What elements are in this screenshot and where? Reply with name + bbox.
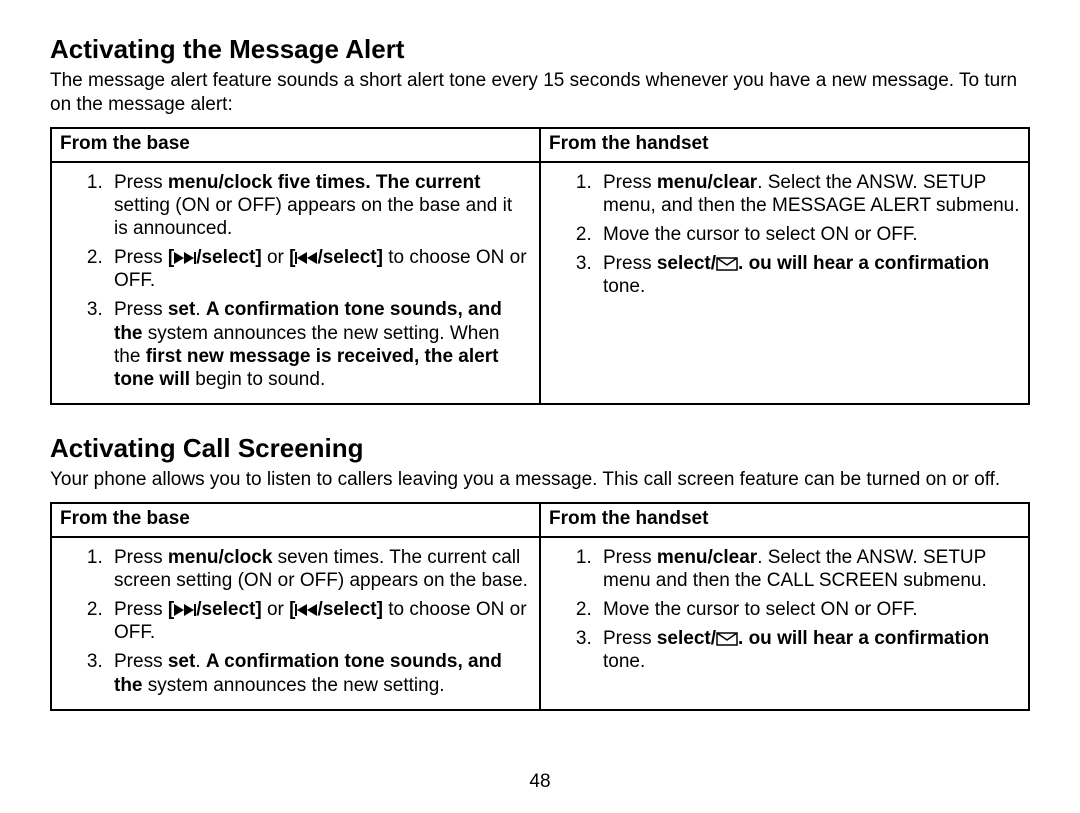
table-body-row: Press menu/clock seven times. The curren… (51, 537, 1029, 710)
cell-base: Press menu/clock five times. The current… (51, 162, 540, 405)
list-item: Press menu/clear. Select the ANSW. SETUP… (597, 171, 1020, 217)
fast-forward-icon (174, 251, 196, 265)
mail-icon (716, 257, 738, 271)
list-item: Press menu/clear. Select the ANSW. SETUP… (597, 546, 1020, 592)
rewind-icon (295, 251, 317, 265)
steps-list: Press menu/clear. Select the ANSW. SETUP… (549, 171, 1020, 299)
cell-base: Press menu/clock seven times. The curren… (51, 537, 540, 710)
list-item: Move the cursor to select ON or OFF. (597, 598, 1020, 621)
section-intro: The message alert feature sounds a short… (50, 69, 1030, 117)
table-header-row: From the base From the handset (51, 503, 1029, 537)
cell-handset: Press menu/clear. Select the ANSW. SETUP… (540, 162, 1029, 405)
section-heading: Activating Call Screening (50, 433, 1030, 464)
steps-list: Press menu/clock five times. The current… (60, 171, 531, 392)
document-page: Activating the Message Alert The message… (0, 0, 1080, 813)
mail-icon (716, 632, 738, 646)
table-body-row: Press menu/clock five times. The current… (51, 162, 1029, 405)
col-header-base: From the base (51, 128, 540, 162)
col-header-handset: From the handset (540, 503, 1029, 537)
list-item: Press menu/clock seven times. The curren… (108, 546, 531, 592)
rewind-icon (295, 603, 317, 617)
list-item: Press menu/clock five times. The current… (108, 171, 531, 241)
steps-list: Press menu/clock seven times. The curren… (60, 546, 531, 697)
table-header-row: From the base From the handset (51, 128, 1029, 162)
list-item: Press set. A confirmation tone sounds, a… (108, 650, 531, 696)
page-number: 48 (50, 771, 1030, 793)
steps-list: Press menu/clear. Select the ANSW. SETUP… (549, 546, 1020, 674)
col-header-handset: From the handset (540, 128, 1029, 162)
list-item: Press select/. ou will hear a confirmati… (597, 252, 1020, 298)
col-header-base: From the base (51, 503, 540, 537)
instruction-table: From the base From the handset Press men… (50, 127, 1030, 406)
instruction-table: From the base From the handset Press men… (50, 502, 1030, 711)
list-item: Press [/select] or [/select] to choose O… (108, 598, 531, 644)
section-intro: Your phone allows you to listen to calle… (50, 468, 1030, 492)
cell-handset: Press menu/clear. Select the ANSW. SETUP… (540, 537, 1029, 710)
fast-forward-icon (174, 603, 196, 617)
list-item: Move the cursor to select ON or OFF. (597, 223, 1020, 246)
section-heading: Activating the Message Alert (50, 34, 1030, 65)
list-item: Press [/select] or [/select] to choose O… (108, 246, 531, 292)
list-item: Press set. A confirmation tone sounds, a… (108, 298, 531, 391)
list-item: Press select/. ou will hear a confirmati… (597, 627, 1020, 673)
